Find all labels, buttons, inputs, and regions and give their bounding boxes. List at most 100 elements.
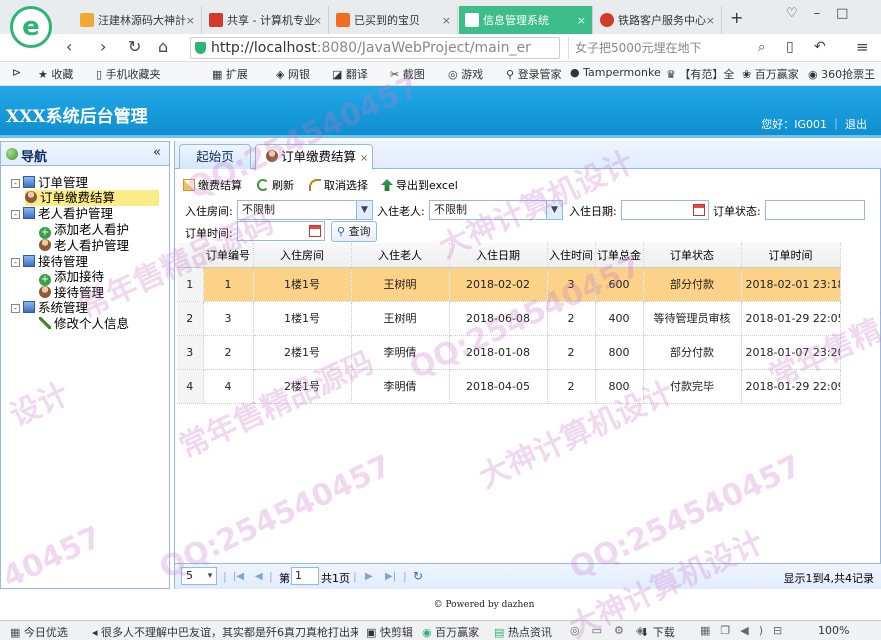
bookmark-bank[interactable]: ◈ 网银 — [276, 66, 310, 82]
sidebar-toggle-icon[interactable]: ⊳ — [12, 66, 21, 79]
search-input[interactable]: 女子把5000元埋在地下 — [568, 37, 774, 59]
quick-cut[interactable]: ▣ 快剪辑 — [366, 624, 413, 640]
menu-icon[interactable]: ≡ — [856, 38, 869, 56]
bookmark-extensions[interactable]: ▦ 扩展 — [212, 66, 248, 82]
nav-item-edit-profile[interactable]: 修改个人信息 — [39, 316, 129, 332]
column-header[interactable]: 订单时间 — [741, 243, 841, 268]
nav-item-add-elder-care[interactable]: + 添加老人看护 — [39, 222, 129, 239]
url-field[interactable]: http://localhost:8080/JavaWebProject/mai… — [190, 37, 560, 59]
zoom-out-icon[interactable]: ⊟ — [773, 624, 792, 637]
column-header[interactable]: 入住老人 — [351, 243, 450, 268]
new-tab-button[interactable]: + — [730, 8, 743, 27]
next-page-icon[interactable]: ▶ — [365, 571, 373, 582]
order-time-input[interactable] — [237, 221, 325, 241]
winner[interactable]: ◉ 百万赢家 — [422, 624, 479, 640]
tab-order-payment[interactable]: 订单缴费结算 × — [255, 144, 373, 170]
bookmark-favorites[interactable]: ★ 收藏 — [38, 66, 73, 82]
browser-tab-2[interactable]: 共享 - 计算机专业 × — [203, 6, 329, 34]
search-icon[interactable]: ⌕ — [758, 40, 765, 55]
tab-close-icon[interactable]: × — [442, 14, 451, 27]
volume-icon[interactable]: ◀) — [740, 624, 773, 637]
checkin-date-input[interactable] — [621, 200, 709, 220]
tab-close-icon[interactable]: × — [186, 14, 195, 27]
room-select[interactable]: 不限制 ▼ — [237, 200, 373, 220]
elder-select[interactable]: 不限制 ▼ — [429, 200, 563, 220]
hot-news[interactable]: ▤ 热点资讯 — [494, 624, 552, 640]
column-header[interactable]: 订单总金 — [595, 243, 644, 268]
nav-group-reception[interactable]: - 接待管理 — [11, 254, 88, 270]
maximize-icon[interactable]: □ — [836, 6, 864, 21]
page-size-select[interactable]: 5 ▾ — [181, 567, 217, 585]
calendar-icon[interactable] — [693, 204, 705, 216]
forward-icon[interactable]: › — [100, 37, 106, 56]
nav-item-elder-care-manage[interactable]: 老人看护管理 — [39, 238, 129, 254]
browser-tab-active[interactable]: 信息管理系统 × — [459, 6, 593, 34]
column-header[interactable]: 入住房间 — [253, 243, 352, 268]
tab-close-icon[interactable]: × — [706, 14, 715, 27]
cancel-select-button[interactable]: 取消选择 — [309, 177, 368, 193]
nav-group-system[interactable]: - 系统管理 — [11, 300, 88, 316]
browser-tab-1[interactable]: 汪建林源码大神計 × — [74, 6, 202, 34]
zoom-level[interactable]: 100% — [818, 624, 849, 637]
bookmark-games[interactable]: ◎ 游戏 — [448, 66, 483, 82]
query-button[interactable]: ⚲ 查询 — [331, 221, 377, 242]
calendar-icon[interactable] — [309, 225, 321, 237]
reload-icon[interactable]: ↻ — [413, 569, 423, 583]
column-header[interactable]: 入住时间 — [547, 243, 596, 268]
bookmark-winner[interactable]: ❀ 百万赢家 — [742, 66, 799, 82]
daily-picks[interactable]: ▦ 今日优选 — [10, 624, 68, 640]
tree-expand-icon[interactable]: - — [11, 210, 20, 219]
page-number-input[interactable]: 1 — [291, 567, 319, 585]
back-icon[interactable]: ‹ — [66, 37, 72, 56]
first-page-icon[interactable]: |◀ — [233, 571, 244, 582]
skin-icon[interactable]: ♡ — [786, 6, 814, 21]
nav-item-reception-manage[interactable]: 接待管理 — [39, 285, 104, 301]
browser-tab-3[interactable]: 已买到的宝贝 × — [330, 6, 458, 34]
column-header[interactable]: 入住日期 — [449, 243, 548, 268]
table-row[interactable]: 3 2 2楼1号 李明倩 2018-01-08 2 800 部分付款 2018-… — [177, 335, 841, 370]
collapse-icon[interactable]: « — [153, 145, 161, 160]
bookmark-mobile[interactable]: ▯ 手机收藏夹 — [96, 66, 161, 82]
prev-page-icon[interactable]: ◀ — [255, 571, 263, 582]
table-row[interactable]: 1 1 1楼1号 王树明 2018-02-02 3 600 部分付款 2018-… — [177, 267, 841, 302]
nav-item-order-payment[interactable]: 订单缴费结算 — [25, 190, 159, 206]
bookmark-screenshot[interactable]: ✂ 截图 — [390, 66, 425, 82]
reload-icon[interactable]: ↻ — [128, 37, 141, 56]
status-input[interactable] — [765, 200, 865, 220]
last-page-icon[interactable]: ▶| — [385, 571, 396, 582]
pay-button[interactable]: 缴费结算 — [183, 177, 242, 193]
news-ticker[interactable]: ◂ 很多人不理解中巴友谊，其实都是歼6真刀真枪打出来的 — [92, 624, 358, 640]
table-row[interactable]: 4 4 2楼1号 李明倩 2018-04-05 2 800 付款完毕 2018-… — [177, 369, 841, 404]
bookmark-translate[interactable]: ◪ 翻译 — [332, 66, 368, 82]
home-icon[interactable]: ⌂ — [158, 37, 168, 56]
tree-expand-icon[interactable]: - — [11, 304, 20, 313]
bookmark-youfan[interactable]: ♛ 【有范】全 — [666, 66, 734, 82]
nav-item-add-reception[interactable]: + 添加接待 — [39, 269, 104, 286]
bookmark-tampermonkey[interactable]: ● Tampermonke — [570, 66, 661, 79]
bookmark-login[interactable]: ⚲ 登录管家 — [506, 66, 562, 82]
tree-expand-icon[interactable]: - — [11, 258, 20, 267]
tab-close-icon[interactable]: × — [313, 14, 322, 27]
column-header[interactable]: 订单状态 — [643, 243, 742, 268]
nav-group-orders[interactable]: - 订单管理 — [11, 175, 88, 191]
minimize-icon[interactable]: – — [814, 6, 837, 21]
tab-home[interactable]: 起始页 — [179, 144, 251, 169]
refresh-button[interactable]: 刷新 — [257, 177, 294, 193]
copy-icon[interactable]: ❐ — [720, 624, 740, 637]
tool-icon[interactable]: ⚙ — [614, 624, 636, 637]
tab-close-icon[interactable]: × — [360, 153, 368, 164]
undo-icon[interactable]: ↶ — [814, 39, 826, 55]
tab-close-icon[interactable]: × — [577, 14, 586, 27]
bookmark-tickets[interactable]: ◉ 360抢票王 — [808, 66, 875, 82]
table-row[interactable]: 2 3 1楼1号 王树明 2018-06-08 2 400 等待管理员审核 20… — [177, 301, 841, 336]
nav-group-elder-care[interactable]: - 老人看护管理 — [11, 206, 113, 222]
phone-icon[interactable]: ▯ — [786, 39, 794, 55]
user-info-logout[interactable]: 您好：IG001 ｜ 退出 — [761, 116, 867, 132]
browser-icon[interactable]: ◎ — [570, 624, 592, 637]
grid-icon[interactable]: ▦ — [700, 624, 720, 637]
browser-tab-5[interactable]: 铁路客户服务中心 × — [594, 6, 722, 34]
column-header[interactable]: 订单编号 — [203, 243, 254, 268]
display-icon[interactable]: ▭ — [592, 624, 614, 637]
tree-expand-icon[interactable]: - — [11, 179, 20, 188]
export-button[interactable]: 导出到excel — [381, 177, 458, 193]
